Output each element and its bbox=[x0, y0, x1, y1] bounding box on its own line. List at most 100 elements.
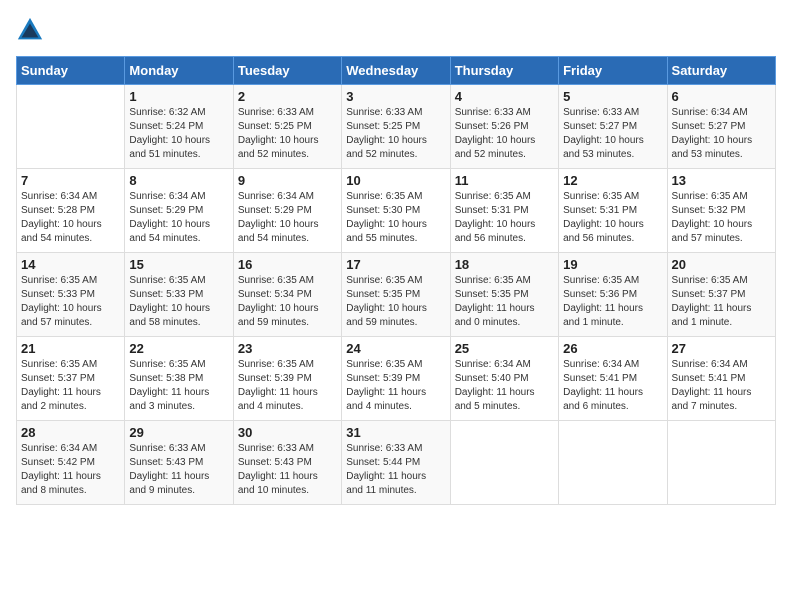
day-info: Sunrise: 6:34 AM Sunset: 5:29 PM Dayligh… bbox=[129, 190, 228, 246]
calendar-cell: 2Sunrise: 6:33 AM Sunset: 5:25 PM Daylig… bbox=[233, 85, 341, 169]
day-info: Sunrise: 6:35 AM Sunset: 5:37 PM Dayligh… bbox=[21, 358, 120, 414]
day-info: Sunrise: 6:33 AM Sunset: 5:26 PM Dayligh… bbox=[455, 106, 554, 162]
col-header-thursday: Thursday bbox=[450, 57, 558, 85]
logo-icon bbox=[16, 16, 44, 44]
day-info: Sunrise: 6:35 AM Sunset: 5:31 PM Dayligh… bbox=[563, 190, 662, 246]
day-number: 18 bbox=[455, 257, 554, 272]
day-number: 31 bbox=[346, 425, 445, 440]
calendar-cell: 20Sunrise: 6:35 AM Sunset: 5:37 PM Dayli… bbox=[667, 253, 775, 337]
col-header-monday: Monday bbox=[125, 57, 233, 85]
day-info: Sunrise: 6:35 AM Sunset: 5:34 PM Dayligh… bbox=[238, 274, 337, 330]
day-info: Sunrise: 6:33 AM Sunset: 5:44 PM Dayligh… bbox=[346, 442, 445, 498]
day-info: Sunrise: 6:35 AM Sunset: 5:36 PM Dayligh… bbox=[563, 274, 662, 330]
day-number: 22 bbox=[129, 341, 228, 356]
col-header-wednesday: Wednesday bbox=[342, 57, 450, 85]
calendar-cell: 24Sunrise: 6:35 AM Sunset: 5:39 PM Dayli… bbox=[342, 337, 450, 421]
day-number: 8 bbox=[129, 173, 228, 188]
day-number: 1 bbox=[129, 89, 228, 104]
day-info: Sunrise: 6:35 AM Sunset: 5:35 PM Dayligh… bbox=[455, 274, 554, 330]
calendar-cell: 25Sunrise: 6:34 AM Sunset: 5:40 PM Dayli… bbox=[450, 337, 558, 421]
calendar-cell: 13 Sunrise: 6:35 AM Sunset: 5:32 PM Dayli… bbox=[667, 169, 775, 253]
calendar-cell: 1Sunrise: 6:32 AM Sunset: 5:24 PM Daylig… bbox=[125, 85, 233, 169]
day-info: Sunrise: 6:35 AM Sunset: 5:39 PM Dayligh… bbox=[238, 358, 337, 414]
col-header-sunday: Sunday bbox=[17, 57, 125, 85]
calendar-week-2: 7Sunrise: 6:34 AM Sunset: 5:28 PM Daylig… bbox=[17, 169, 776, 253]
calendar-table: SundayMondayTuesdayWednesdayThursdayFrid… bbox=[16, 56, 776, 505]
day-number: 12 bbox=[563, 173, 662, 188]
calendar-week-4: 21 Sunrise: 6:35 AM Sunset: 5:37 PM Dayli… bbox=[17, 337, 776, 421]
calendar-cell: 12 Sunrise: 6:35 AM Sunset: 5:31 PM Dayli… bbox=[559, 169, 667, 253]
calendar-cell: 16 Sunrise: 6:35 AM Sunset: 5:34 PM Dayli… bbox=[233, 253, 341, 337]
col-header-friday: Friday bbox=[559, 57, 667, 85]
calendar-cell: 9 Sunrise: 6:34 AM Sunset: 5:29 PM Daylig… bbox=[233, 169, 341, 253]
day-info: Sunrise: 6:34 AM Sunset: 5:40 PM Dayligh… bbox=[455, 358, 554, 414]
day-number: 20 bbox=[672, 257, 771, 272]
calendar-cell: 31 Sunrise: 6:33 AM Sunset: 5:44 PM Dayli… bbox=[342, 421, 450, 505]
calendar-cell: 7Sunrise: 6:34 AM Sunset: 5:28 PM Daylig… bbox=[17, 169, 125, 253]
col-header-tuesday: Tuesday bbox=[233, 57, 341, 85]
day-number: 27 bbox=[672, 341, 771, 356]
calendar-cell: 6Sunrise: 6:34 AM Sunset: 5:27 PM Daylig… bbox=[667, 85, 775, 169]
day-number: 4 bbox=[455, 89, 554, 104]
day-info: Sunrise: 6:35 AM Sunset: 5:38 PM Dayligh… bbox=[129, 358, 228, 414]
day-number: 28 bbox=[21, 425, 120, 440]
calendar-cell: 5 Sunrise: 6:33 AM Sunset: 5:27 PM Daylig… bbox=[559, 85, 667, 169]
day-number: 15 bbox=[129, 257, 228, 272]
calendar-cell bbox=[667, 421, 775, 505]
calendar-cell: 8 Sunrise: 6:34 AM Sunset: 5:29 PM Daylig… bbox=[125, 169, 233, 253]
calendar-cell: 22 Sunrise: 6:35 AM Sunset: 5:38 PM Dayli… bbox=[125, 337, 233, 421]
day-info: Sunrise: 6:34 AM Sunset: 5:29 PM Dayligh… bbox=[238, 190, 337, 246]
calendar-cell: 14 Sunrise: 6:35 AM Sunset: 5:33 PM Dayli… bbox=[17, 253, 125, 337]
day-number: 23 bbox=[238, 341, 337, 356]
day-number: 30 bbox=[238, 425, 337, 440]
day-info: Sunrise: 6:35 AM Sunset: 5:33 PM Dayligh… bbox=[21, 274, 120, 330]
day-info: Sunrise: 6:33 AM Sunset: 5:43 PM Dayligh… bbox=[129, 442, 228, 498]
calendar-cell: 4 Sunrise: 6:33 AM Sunset: 5:26 PM Daylig… bbox=[450, 85, 558, 169]
day-number: 21 bbox=[21, 341, 120, 356]
day-number: 7 bbox=[21, 173, 120, 188]
day-info: Sunrise: 6:34 AM Sunset: 5:42 PM Dayligh… bbox=[21, 442, 120, 498]
calendar-cell: 10 Sunrise: 6:35 AM Sunset: 5:30 PM Dayli… bbox=[342, 169, 450, 253]
day-info: Sunrise: 6:35 AM Sunset: 5:31 PM Dayligh… bbox=[455, 190, 554, 246]
day-number: 17 bbox=[346, 257, 445, 272]
day-number: 13 bbox=[672, 173, 771, 188]
day-number: 5 bbox=[563, 89, 662, 104]
day-info: Sunrise: 6:35 AM Sunset: 5:30 PM Dayligh… bbox=[346, 190, 445, 246]
calendar-week-5: 28 Sunrise: 6:34 AM Sunset: 5:42 PM Dayli… bbox=[17, 421, 776, 505]
calendar-cell: 28 Sunrise: 6:34 AM Sunset: 5:42 PM Dayli… bbox=[17, 421, 125, 505]
day-number: 19 bbox=[563, 257, 662, 272]
col-header-saturday: Saturday bbox=[667, 57, 775, 85]
calendar-cell: 3 Sunrise: 6:33 AM Sunset: 5:25 PM Daylig… bbox=[342, 85, 450, 169]
calendar-cell: 11 Sunrise: 6:35 AM Sunset: 5:31 PM Dayli… bbox=[450, 169, 558, 253]
calendar-cell: 30Sunrise: 6:33 AM Sunset: 5:43 PM Dayli… bbox=[233, 421, 341, 505]
calendar-cell bbox=[17, 85, 125, 169]
day-info: Sunrise: 6:33 AM Sunset: 5:27 PM Dayligh… bbox=[563, 106, 662, 162]
day-info: Sunrise: 6:34 AM Sunset: 5:41 PM Dayligh… bbox=[563, 358, 662, 414]
day-number: 24 bbox=[346, 341, 445, 356]
calendar-week-3: 14 Sunrise: 6:35 AM Sunset: 5:33 PM Dayli… bbox=[17, 253, 776, 337]
calendar-header-row: SundayMondayTuesdayWednesdayThursdayFrid… bbox=[17, 57, 776, 85]
calendar-week-1: 1Sunrise: 6:32 AM Sunset: 5:24 PM Daylig… bbox=[17, 85, 776, 169]
calendar-cell: 15Sunrise: 6:35 AM Sunset: 5:33 PM Dayli… bbox=[125, 253, 233, 337]
calendar-cell: 29Sunrise: 6:33 AM Sunset: 5:43 PM Dayli… bbox=[125, 421, 233, 505]
calendar-cell bbox=[559, 421, 667, 505]
calendar-cell: 17Sunrise: 6:35 AM Sunset: 5:35 PM Dayli… bbox=[342, 253, 450, 337]
calendar-cell: 26 Sunrise: 6:34 AM Sunset: 5:41 PM Dayli… bbox=[559, 337, 667, 421]
calendar-cell: 27Sunrise: 6:34 AM Sunset: 5:41 PM Dayli… bbox=[667, 337, 775, 421]
day-number: 3 bbox=[346, 89, 445, 104]
day-info: Sunrise: 6:33 AM Sunset: 5:25 PM Dayligh… bbox=[346, 106, 445, 162]
day-number: 26 bbox=[563, 341, 662, 356]
day-number: 14 bbox=[21, 257, 120, 272]
calendar-cell: 23 Sunrise: 6:35 AM Sunset: 5:39 PM Dayli… bbox=[233, 337, 341, 421]
logo bbox=[16, 16, 48, 44]
day-info: Sunrise: 6:35 AM Sunset: 5:32 PM Dayligh… bbox=[672, 190, 771, 246]
calendar-cell: 18 Sunrise: 6:35 AM Sunset: 5:35 PM Dayli… bbox=[450, 253, 558, 337]
calendar-cell bbox=[450, 421, 558, 505]
calendar-cell: 21 Sunrise: 6:35 AM Sunset: 5:37 PM Dayli… bbox=[17, 337, 125, 421]
day-number: 16 bbox=[238, 257, 337, 272]
day-number: 11 bbox=[455, 173, 554, 188]
day-number: 9 bbox=[238, 173, 337, 188]
day-number: 10 bbox=[346, 173, 445, 188]
calendar-cell: 19 Sunrise: 6:35 AM Sunset: 5:36 PM Dayli… bbox=[559, 253, 667, 337]
day-number: 6 bbox=[672, 89, 771, 104]
